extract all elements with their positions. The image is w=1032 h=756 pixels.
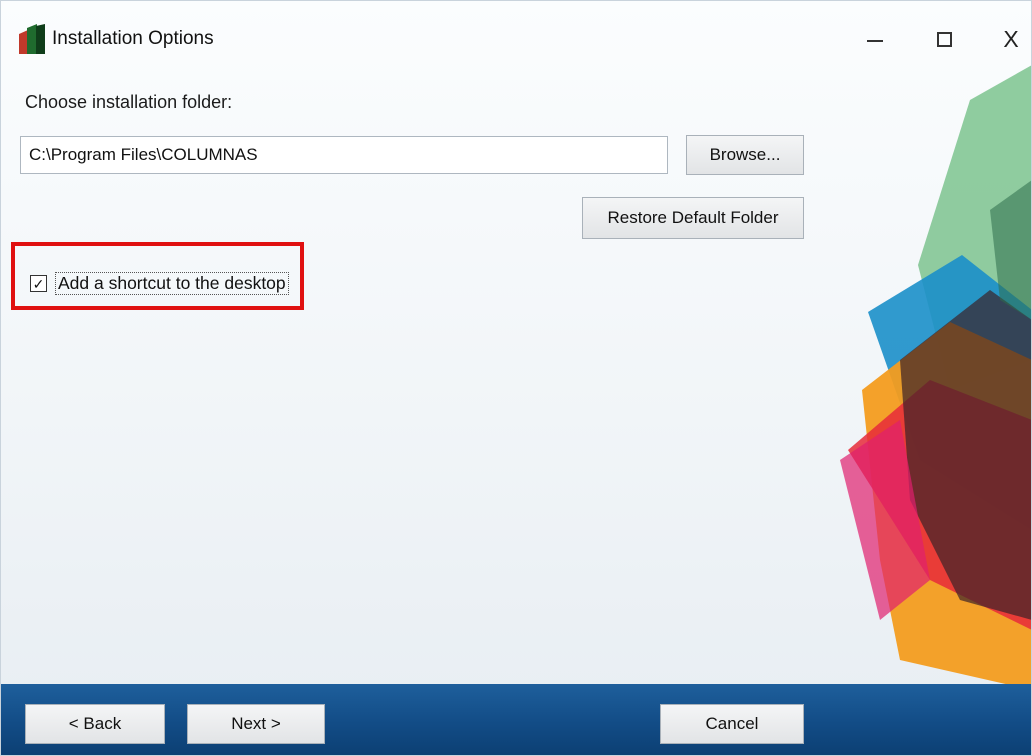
title-bar: Installation Options X <box>0 0 1032 80</box>
close-button[interactable]: X <box>982 14 1032 64</box>
close-icon: X <box>1003 25 1019 52</box>
decorative-polygon-art <box>840 65 1032 690</box>
footer-bar: < Back Next > Cancel <box>0 684 1032 756</box>
minimize-icon <box>867 40 883 42</box>
cancel-button[interactable]: Cancel <box>660 704 804 744</box>
next-button[interactable]: Next > <box>187 704 325 744</box>
install-folder-input[interactable] <box>20 136 668 174</box>
desktop-shortcut-checkbox[interactable]: ✓ <box>30 275 47 292</box>
maximize-button[interactable] <box>915 14 973 64</box>
maximize-icon <box>936 31 952 47</box>
restore-default-folder-button[interactable]: Restore Default Folder <box>582 197 804 239</box>
window-title: Installation Options <box>52 28 214 49</box>
minimize-button[interactable] <box>846 14 904 64</box>
install-folder-label: Choose installation folder: <box>25 92 233 112</box>
installer-app-icon <box>19 24 45 54</box>
back-button[interactable]: < Back <box>25 704 165 744</box>
installer-window: Installation Options X Choose installati… <box>0 0 1032 756</box>
browse-button[interactable]: Browse... <box>686 135 804 175</box>
desktop-shortcut-label[interactable]: Add a shortcut to the desktop <box>55 272 289 295</box>
checkmark-icon: ✓ <box>32 275 45 292</box>
